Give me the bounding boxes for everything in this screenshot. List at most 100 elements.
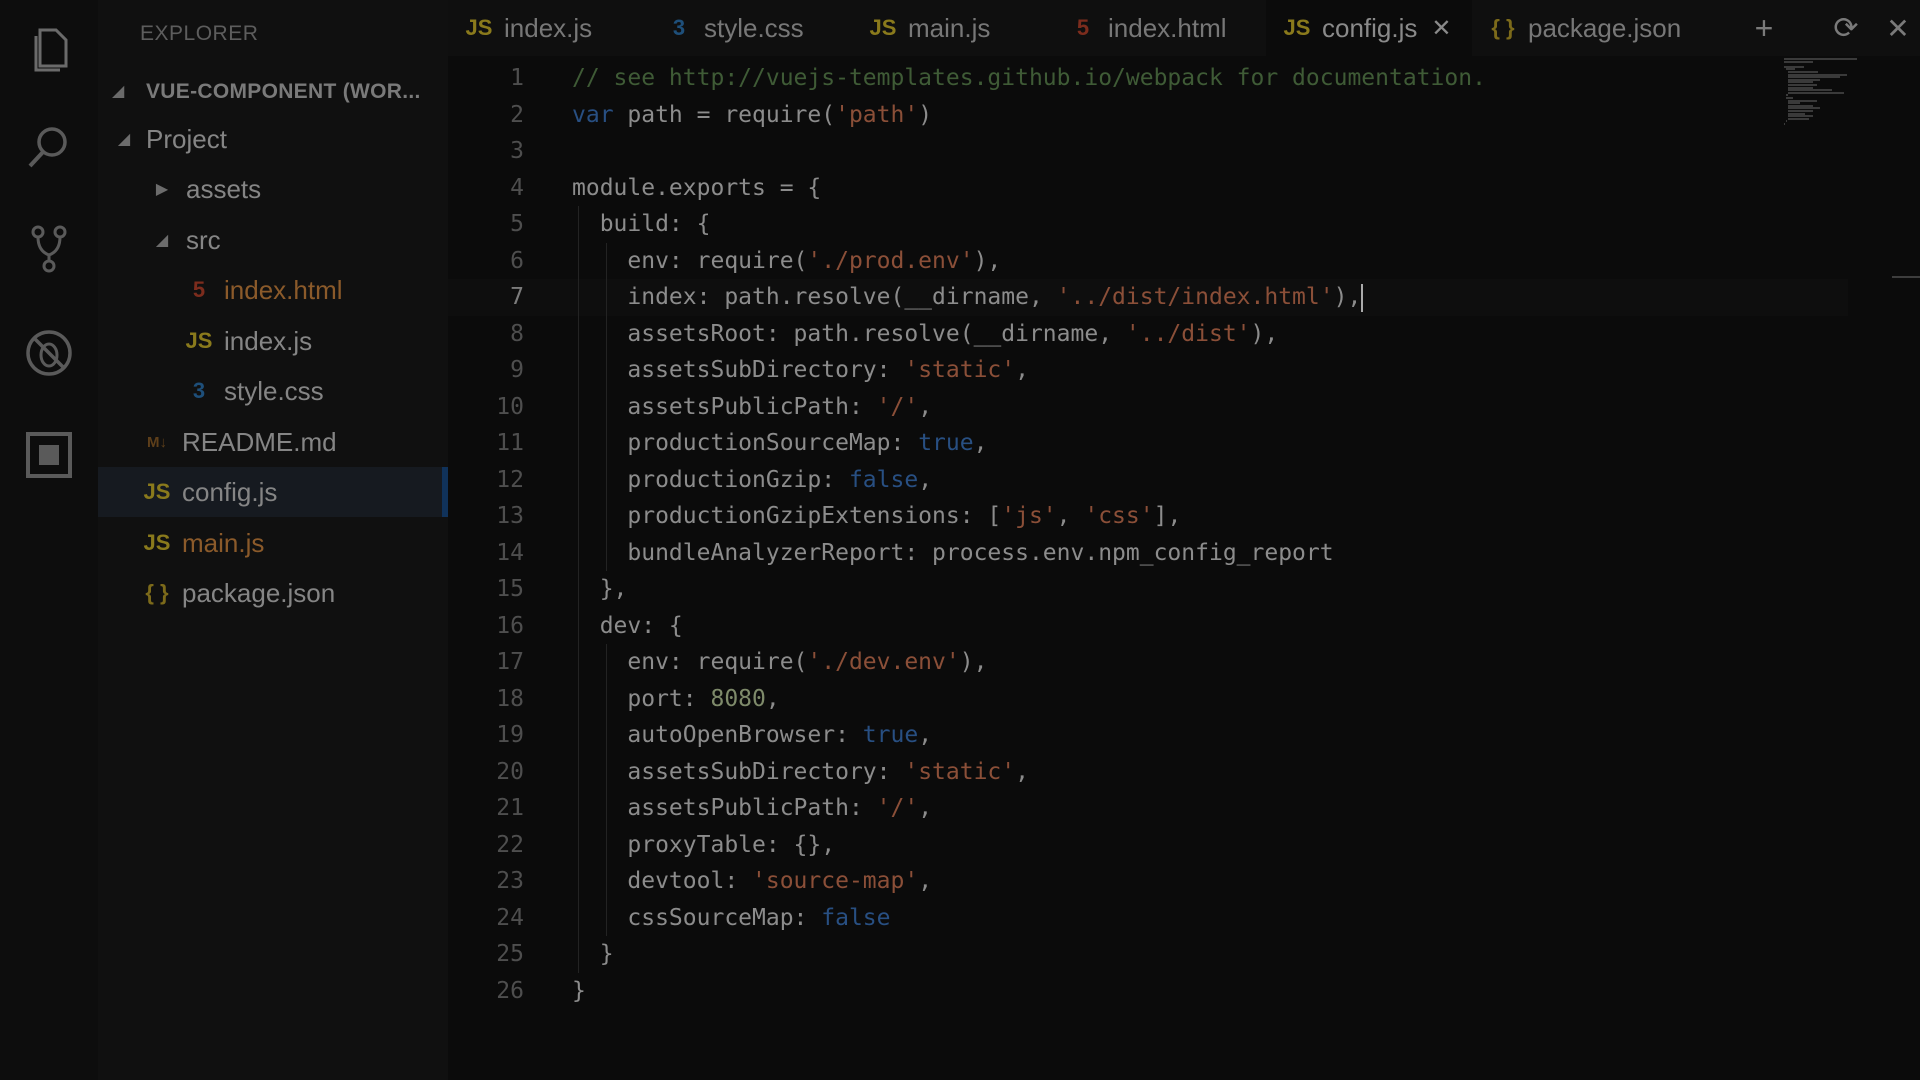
tab-package-json[interactable]: { } package.json [1472, 0, 1702, 56]
line-number: 2 [510, 101, 524, 128]
code-line[interactable]: 21 assetsPublicPath: '/', [448, 790, 1848, 827]
close-icon[interactable]: ✕ [1878, 8, 1918, 48]
code-text: assetsRoot: path.resolve(__dirname, '../… [572, 320, 1279, 347]
tree-item-index-html[interactable]: 5 index.html [98, 265, 448, 315]
tree-item-readme[interactable]: M↓ README.md [98, 417, 448, 467]
code-line[interactable]: 25 } [448, 936, 1848, 973]
minimap-line [1784, 60, 1813, 63]
tab-index-js[interactable]: JS index.js [448, 0, 648, 56]
line-number: 7 [510, 284, 524, 310]
css-file-icon: 3 [672, 15, 686, 40]
tree-item-config-js[interactable]: JS config.js [98, 467, 448, 517]
tree-item-main-js[interactable]: JS main.js [98, 518, 448, 568]
line-number: 6 [510, 247, 524, 274]
code-text: } [572, 941, 614, 967]
tree-item-project[interactable]: ◢ Project [98, 114, 448, 164]
sidebar-title: EXPLORER [140, 22, 259, 45]
line-number: 25 [496, 941, 524, 967]
collapse-arrow-icon: ◢ [112, 83, 125, 100]
workspace-header[interactable]: ◢ VUE-COMPONENT (WOR... [98, 72, 448, 112]
code-line[interactable]: 13 productionGzipExtensions: ['js', 'css… [448, 498, 1848, 535]
tree-item-label: config.js [182, 476, 278, 507]
code-line[interactable]: 4 module.exports = { [448, 170, 1848, 207]
line-number: 4 [510, 174, 524, 201]
code-text: assetsSubDirectory: 'static', [572, 357, 1029, 383]
code-line[interactable]: 1 // see http://vuejs-templates.github.io… [448, 60, 1848, 97]
json-file-icon: { } [145, 580, 169, 605]
line-number: 15 [496, 576, 524, 602]
code-text: module.exports = { [572, 174, 822, 201]
editor-tab-bar: JS index.js 3 style.css JS main.js 5 ind… [448, 0, 1920, 56]
code-text: env: require('./dev.env'), [572, 649, 988, 675]
minimap-line [1786, 120, 1788, 123]
tab-style-css[interactable]: 3 style.css [648, 0, 852, 56]
tree-item-assets[interactable]: ▶ assets [98, 164, 448, 214]
tree-item-label: src [186, 224, 221, 255]
tree-item-label: Project [146, 123, 227, 154]
code-text: var path = require('path') [572, 101, 933, 128]
tree-item-package-json[interactable]: { } package.json [98, 568, 448, 618]
code-line[interactable]: 16 dev: { [448, 607, 1848, 644]
code-line[interactable]: 12 productionGzip: false, [448, 461, 1848, 498]
text-cursor [1361, 283, 1364, 312]
tab-close-icon[interactable]: ✕ [1431, 14, 1451, 43]
code-line[interactable]: 18 port: 8080, [448, 680, 1848, 717]
scrollbar-cursor-marker [1892, 276, 1920, 278]
code-line[interactable]: 9 assetsSubDirectory: 'static', [448, 352, 1848, 389]
code-line[interactable]: 24 cssSourceMap: false [448, 899, 1848, 936]
line-number: 19 [496, 722, 524, 748]
markdown-file-icon: M↓ [147, 433, 167, 451]
line-number: 9 [510, 357, 524, 383]
code-line[interactable]: 22 proxyTable: {}, [448, 826, 1848, 863]
tree-item-style-css[interactable]: 3 style.css [98, 366, 448, 416]
tree-item-index-js[interactable]: JS index.js [98, 316, 448, 366]
line-number: 23 [496, 868, 524, 894]
code-text: productionSourceMap: true, [572, 430, 988, 456]
code-line[interactable]: 10 assetsPublicPath: '/', [448, 388, 1848, 425]
code-line[interactable]: 17 env: require('./dev.env'), [448, 644, 1848, 681]
code-text: devtool: 'source-map', [572, 868, 933, 894]
code-line[interactable]: 20 assetsSubDirectory: 'static', [448, 753, 1848, 790]
code-line[interactable]: 23 devtool: 'source-map', [448, 863, 1848, 900]
code-line[interactable]: 2 var path = require('path') [448, 97, 1848, 134]
code-line[interactable]: 5 build: { [448, 206, 1848, 243]
tab-index-html[interactable]: 5 index.html [1052, 0, 1266, 56]
code-line[interactable]: 15 }, [448, 571, 1848, 608]
tab-config-js[interactable]: JS config.js ✕ [1266, 0, 1472, 56]
tab-main-js[interactable]: JS main.js [852, 0, 1052, 56]
code-line[interactable]: 14 bundleAnalyzerReport: process.env.npm… [448, 534, 1848, 571]
new-file-icon[interactable]: + [1744, 8, 1784, 48]
code-line[interactable]: 19 autoOpenBrowser: true, [448, 717, 1848, 754]
line-number: 10 [496, 393, 524, 420]
source-control-icon[interactable] [22, 222, 76, 276]
code-line[interactable]: 8 assetsRoot: path.resolve(__dirname, '.… [448, 315, 1848, 352]
code-line[interactable]: 26} [448, 973, 1848, 1010]
code-line[interactable]: 11 productionSourceMap: true, [448, 425, 1848, 462]
minimap[interactable] [1784, 58, 1864, 128]
js-file-icon: JS [143, 479, 171, 504]
collapse-arrow-icon: ▶ [155, 181, 169, 198]
line-number: 21 [496, 795, 524, 821]
code-text: dev: { [572, 612, 683, 639]
code-line[interactable]: 3 [448, 133, 1848, 170]
code-text: assetsPublicPath: '/', [572, 393, 933, 420]
code-editor[interactable]: 1 // see http://vuejs-templates.github.io… [448, 56, 1920, 1080]
files-icon[interactable] [22, 22, 76, 76]
refresh-icon[interactable]: ⟳ [1826, 8, 1866, 48]
js-file-icon: JS [143, 530, 171, 555]
extensions-icon[interactable] [22, 428, 76, 482]
debug-icon[interactable] [22, 326, 76, 380]
line-number: 17 [496, 649, 524, 675]
code-line[interactable]: 7 index: path.resolve(__dirname, '../dis… [448, 279, 1848, 316]
tree-item-src[interactable]: ◢ src [98, 215, 448, 265]
line-number: 3 [510, 138, 524, 164]
search-icon[interactable] [22, 120, 76, 174]
line-number: 11 [496, 430, 524, 456]
tab-label: main.js [908, 12, 991, 43]
line-number: 22 [496, 831, 524, 858]
js-file-icon: JS [869, 15, 897, 40]
code-text: port: 8080, [572, 685, 780, 712]
tab-label: package.json [1528, 12, 1682, 43]
activity-bar [0, 0, 98, 1080]
code-line[interactable]: 6 env: require('./prod.env'), [448, 242, 1848, 279]
